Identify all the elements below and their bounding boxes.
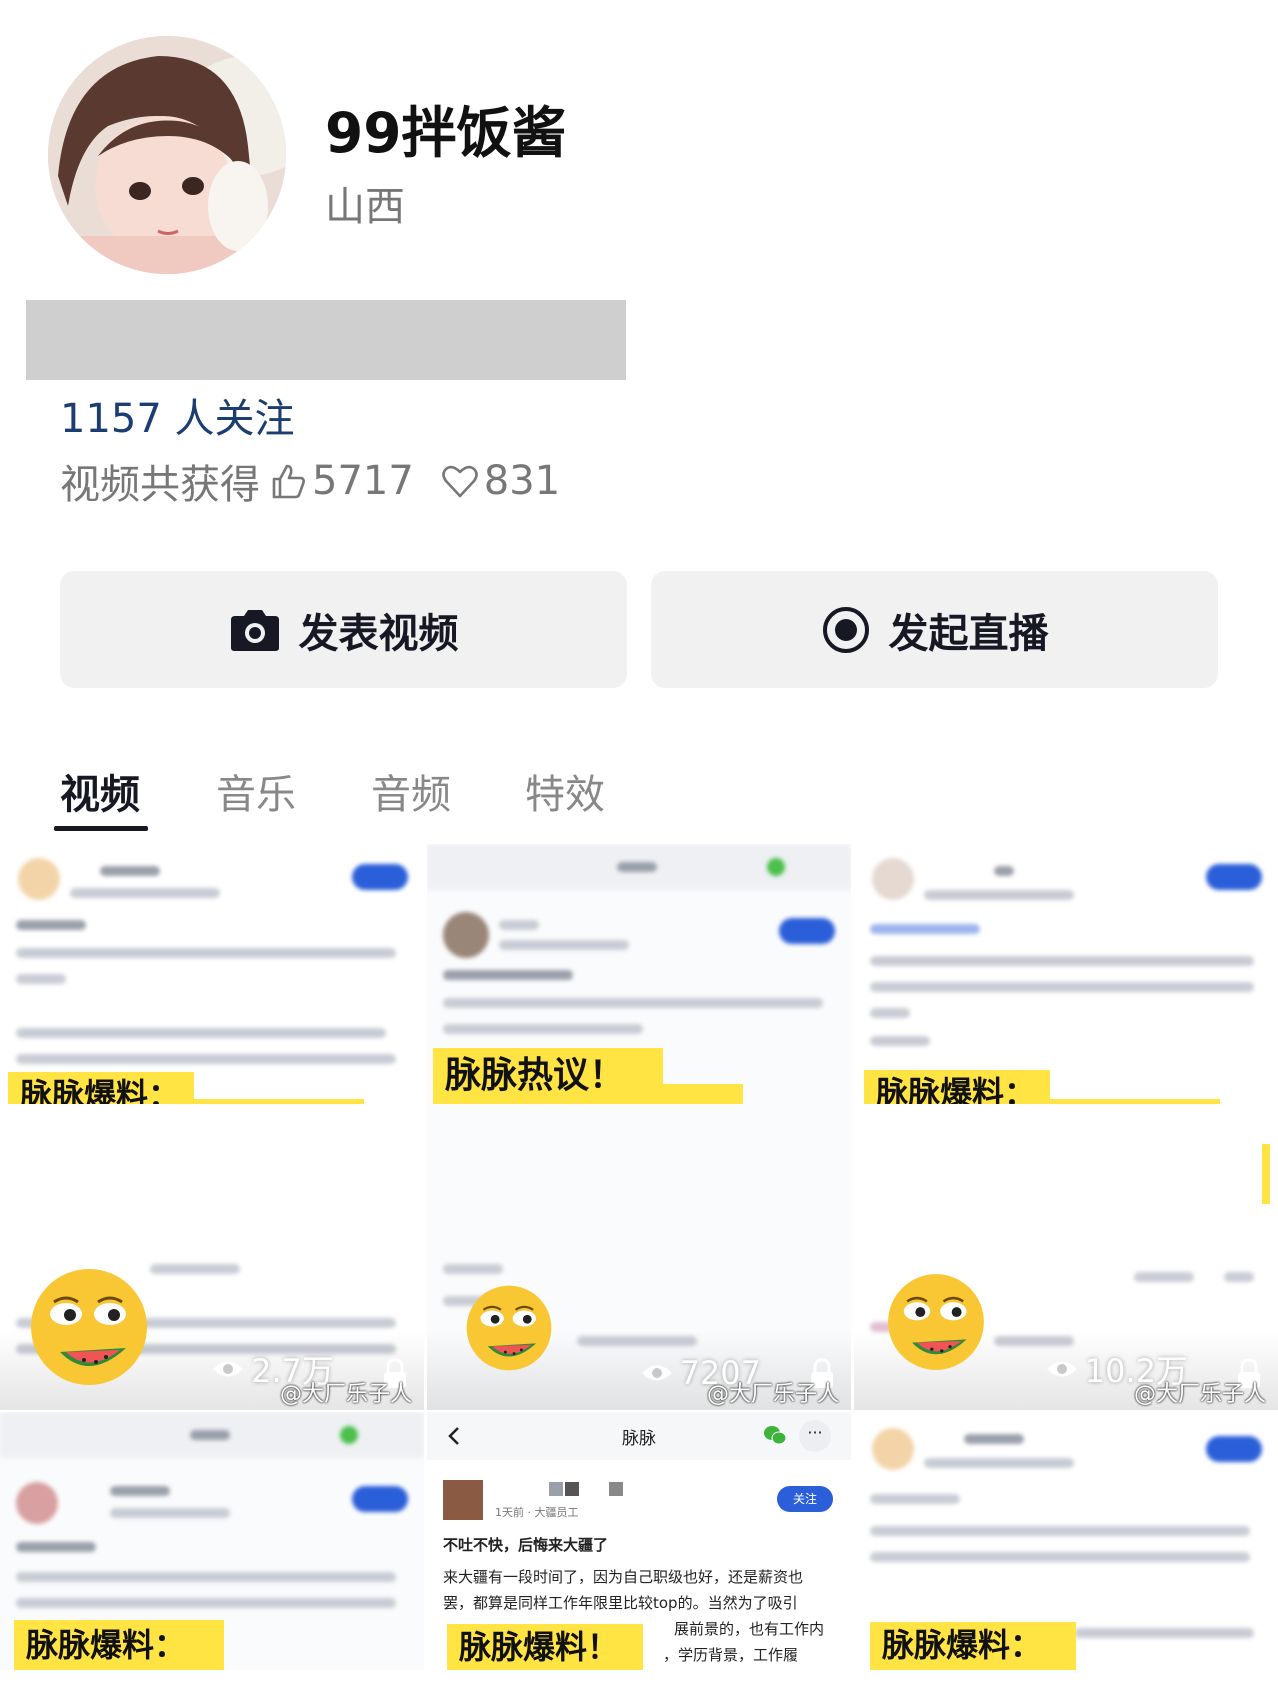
avatar[interactable] <box>48 36 286 274</box>
poster-avatar <box>443 1480 483 1520</box>
watermelon-emoji-icon <box>888 1274 984 1370</box>
follow-count[interactable]: 1157 人关注 <box>60 386 295 444</box>
profile-region: 山西 <box>325 184 405 230</box>
video-watermark: @大厂乐子人 <box>1133 1382 1266 1407</box>
camera-icon <box>230 609 279 651</box>
eye-icon <box>641 1365 672 1381</box>
tab-music[interactable]: 音乐 <box>216 762 296 820</box>
video-banner: 脉脉热议！ <box>433 1048 663 1104</box>
redacted-bio <box>26 300 626 380</box>
app-title: 脉脉 <box>622 1429 656 1449</box>
video-watermark: @大厂乐子人 <box>706 1382 839 1407</box>
heart-icon <box>442 465 478 498</box>
video-banner: 脉脉爆料： <box>14 1620 224 1670</box>
more-icon: ··· <box>799 1420 831 1452</box>
go-live-button[interactable]: 发起直播 <box>651 571 1218 688</box>
video-banner: 脉脉爆料： <box>870 1622 1076 1670</box>
post-body-line: 来大疆有一段时间了，因为自己职级也好，还是薪资也 <box>443 1568 804 1586</box>
video-watermark: @大厂乐子人 <box>279 1382 412 1407</box>
go-live-label: 发起直播 <box>888 610 1049 657</box>
live-record-icon <box>822 606 869 653</box>
video-thumbnail[interactable]: 脉脉爆料： <box>854 1412 1278 1670</box>
post-video-label: 发表视频 <box>298 610 459 657</box>
post-title: 不吐不快，后悔来大疆了 <box>443 1536 609 1554</box>
tab-effects[interactable]: 特效 <box>525 762 605 820</box>
stats-label: 视频共获得 <box>60 462 260 508</box>
video-thumbnail[interactable]: 脉脉 ··· 1天前 · 大疆员工 关注 不吐不快，后悔来大疆了 来大疆有一段时… <box>427 1412 851 1670</box>
video-stats: 视频共获得 5717 831 <box>60 452 560 510</box>
video-thumbnail[interactable]: 脉脉爆料： <box>854 844 1278 1104</box>
eye-icon <box>213 1361 244 1377</box>
video-thumbnail[interactable]: 7207 @大厂乐子人 <box>427 1104 851 1410</box>
wechat-icon <box>764 1426 787 1445</box>
profile-name: 99拌饭酱 <box>325 101 567 165</box>
video-banner: 脉脉爆料！ <box>447 1624 643 1670</box>
video-thumbnail[interactable]: 脉脉热议！ <box>427 844 851 1104</box>
post-video-button[interactable]: 发表视频 <box>60 571 627 688</box>
avatar-image <box>48 36 286 274</box>
post-body-line: 展前景的，也有工作内 <box>674 1620 825 1638</box>
hearts-count: 831 <box>483 458 561 504</box>
watermelon-emoji-icon <box>466 1285 552 1371</box>
video-thumbnail[interactable]: 2.7万 @大厂乐子人 <box>0 1104 424 1410</box>
video-banner: 脉脉爆料： <box>8 1072 194 1104</box>
video-thumbnail[interactable]: 脉脉爆料： <box>0 1412 424 1670</box>
follow-button[interactable]: 关注 <box>777 1486 833 1512</box>
post-body-line: ，学历背景，工作履 <box>663 1646 799 1664</box>
thumbs-up-icon <box>272 464 305 499</box>
post-meta: 1天前 · 大疆员工 <box>495 1506 579 1519</box>
watermelon-emoji-icon <box>31 1269 147 1385</box>
tab-audio[interactable]: 音频 <box>371 762 451 820</box>
video-thumbnail[interactable]: 10.2万 @大厂乐子人 <box>854 1104 1278 1410</box>
video-banner: 脉脉爆料： <box>864 1070 1050 1104</box>
likes-count: 5717 <box>312 458 414 504</box>
tab-active-indicator <box>54 826 148 831</box>
app-header: 脉脉 ··· <box>427 1412 851 1460</box>
video-thumbnail[interactable]: 脉脉爆料： <box>0 844 424 1104</box>
tab-videos[interactable]: 视频 <box>60 762 140 820</box>
eye-icon <box>1046 1361 1077 1377</box>
post-body-line: 罢，都算是同样工作年限里比较top的。当然为了吸引 <box>443 1594 798 1612</box>
